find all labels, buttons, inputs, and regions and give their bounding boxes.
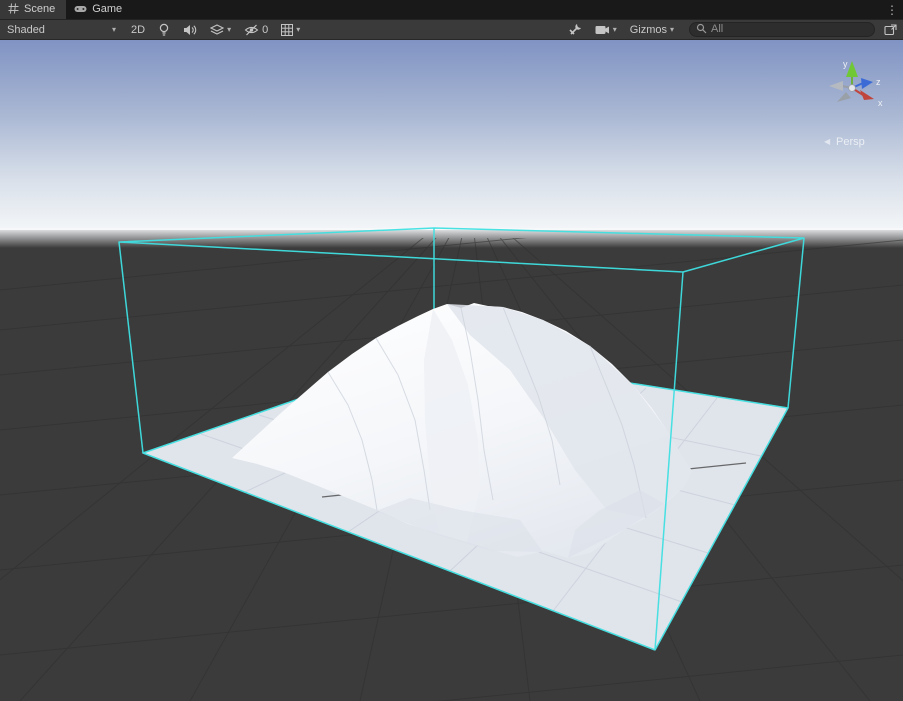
- popout-window-icon: [884, 24, 897, 36]
- scene-visibility-button[interactable]: 0: [238, 21, 274, 39]
- game-controller-icon: [74, 3, 87, 17]
- grid-icon: [281, 24, 293, 36]
- speaker-icon: [183, 24, 197, 36]
- draw-mode-label: Shaded: [7, 24, 45, 36]
- draw-mode-dropdown[interactable]: Shaded ▾: [0, 21, 124, 39]
- eye-slash-icon: [244, 24, 259, 36]
- scene-render[interactable]: y z x ◀ Persp: [0, 40, 903, 701]
- gizmos-dropdown[interactable]: Gizmos ▾: [624, 21, 680, 39]
- 2d-label: 2D: [131, 24, 145, 36]
- 2d-toggle-button[interactable]: 2D: [125, 21, 151, 39]
- axis-z-label: z: [876, 77, 881, 87]
- search-icon: [696, 23, 707, 37]
- scene-toolbar: Shaded ▾ 2D: [0, 19, 903, 40]
- persp-label: Persp: [836, 136, 865, 148]
- maximize-window-button[interactable]: [882, 21, 899, 39]
- chevron-down-icon: ▾: [296, 26, 300, 34]
- chevron-down-icon: ▾: [112, 26, 116, 34]
- grid-settings-dropdown[interactable]: ▾: [275, 21, 306, 39]
- tab-scene-label: Scene: [24, 3, 55, 15]
- gizmo-center-handle[interactable]: [849, 85, 856, 92]
- scene-viewport[interactable]: y z x ◀ Persp: [0, 40, 903, 701]
- chevron-down-icon: ▾: [227, 26, 231, 34]
- component-tools-button[interactable]: [562, 21, 588, 39]
- effects-dropdown-button[interactable]: ▾: [204, 21, 237, 39]
- effects-layers-icon: [210, 24, 224, 36]
- tab-game-label: Game: [92, 3, 122, 15]
- scene-search-field[interactable]: All: [689, 22, 875, 37]
- axis-y-label: y: [843, 59, 848, 69]
- gizmos-label: Gizmos: [630, 24, 667, 36]
- tools-wrench-icon: [568, 23, 582, 36]
- unity-scene-window: Scene Game ⋮ Shaded ▾ 2D: [0, 0, 903, 701]
- sky: [0, 40, 903, 235]
- camera-icon: [595, 24, 610, 35]
- scene-grid-icon: [8, 3, 19, 17]
- persp-arrow-icon: ◀: [824, 137, 831, 146]
- axis-x-label: x: [878, 98, 883, 108]
- lighting-toggle-button[interactable]: [152, 21, 176, 39]
- tab-bar: Scene Game ⋮: [0, 0, 903, 19]
- chevron-down-icon: ▾: [670, 26, 674, 34]
- audio-toggle-button[interactable]: [177, 21, 203, 39]
- hidden-count-label: 0: [262, 24, 268, 36]
- tab-game[interactable]: Game: [66, 0, 133, 19]
- search-value: All: [711, 23, 723, 35]
- chevron-down-icon: ▾: [613, 26, 617, 34]
- tab-scene[interactable]: Scene: [0, 0, 66, 19]
- camera-settings-dropdown[interactable]: ▾: [589, 21, 623, 39]
- window-menu-button[interactable]: ⋮: [881, 0, 903, 19]
- lightbulb-icon: [158, 23, 170, 36]
